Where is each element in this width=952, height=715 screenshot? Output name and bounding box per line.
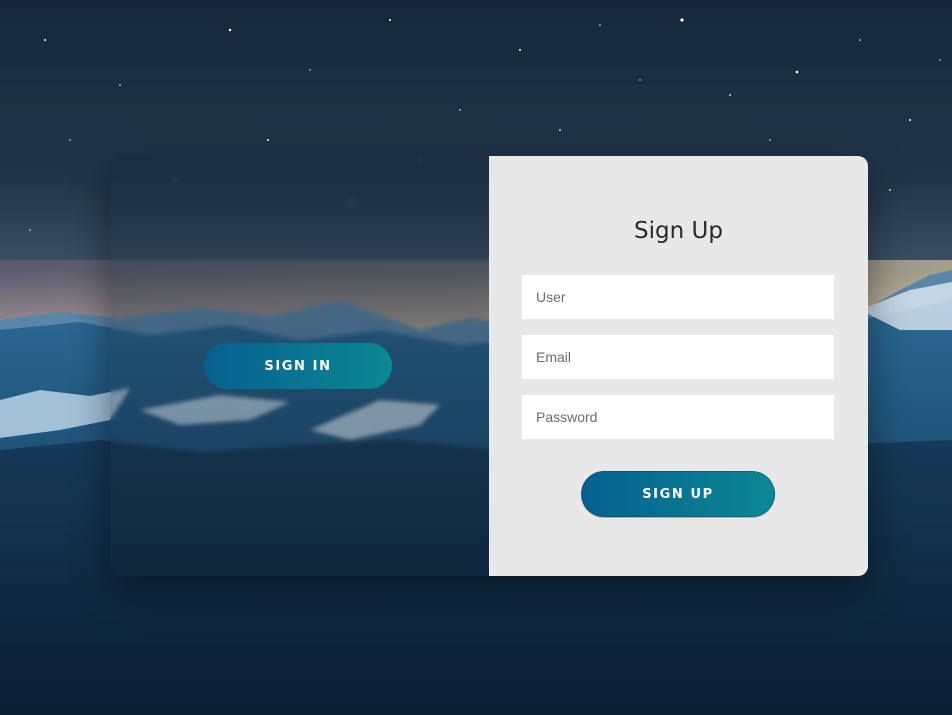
user-input[interactable]	[522, 275, 834, 319]
password-input[interactable]	[522, 395, 834, 439]
email-input[interactable]	[522, 335, 834, 379]
auth-card: SIGN IN Sign Up SIGN UP	[110, 156, 868, 576]
signup-form-panel: Sign Up SIGN UP	[489, 156, 868, 576]
signin-button[interactable]: SIGN IN	[204, 343, 392, 389]
signup-button[interactable]: SIGN UP	[581, 471, 775, 517]
signup-title: Sign Up	[634, 218, 723, 244]
signin-side-panel: SIGN IN	[110, 156, 489, 576]
